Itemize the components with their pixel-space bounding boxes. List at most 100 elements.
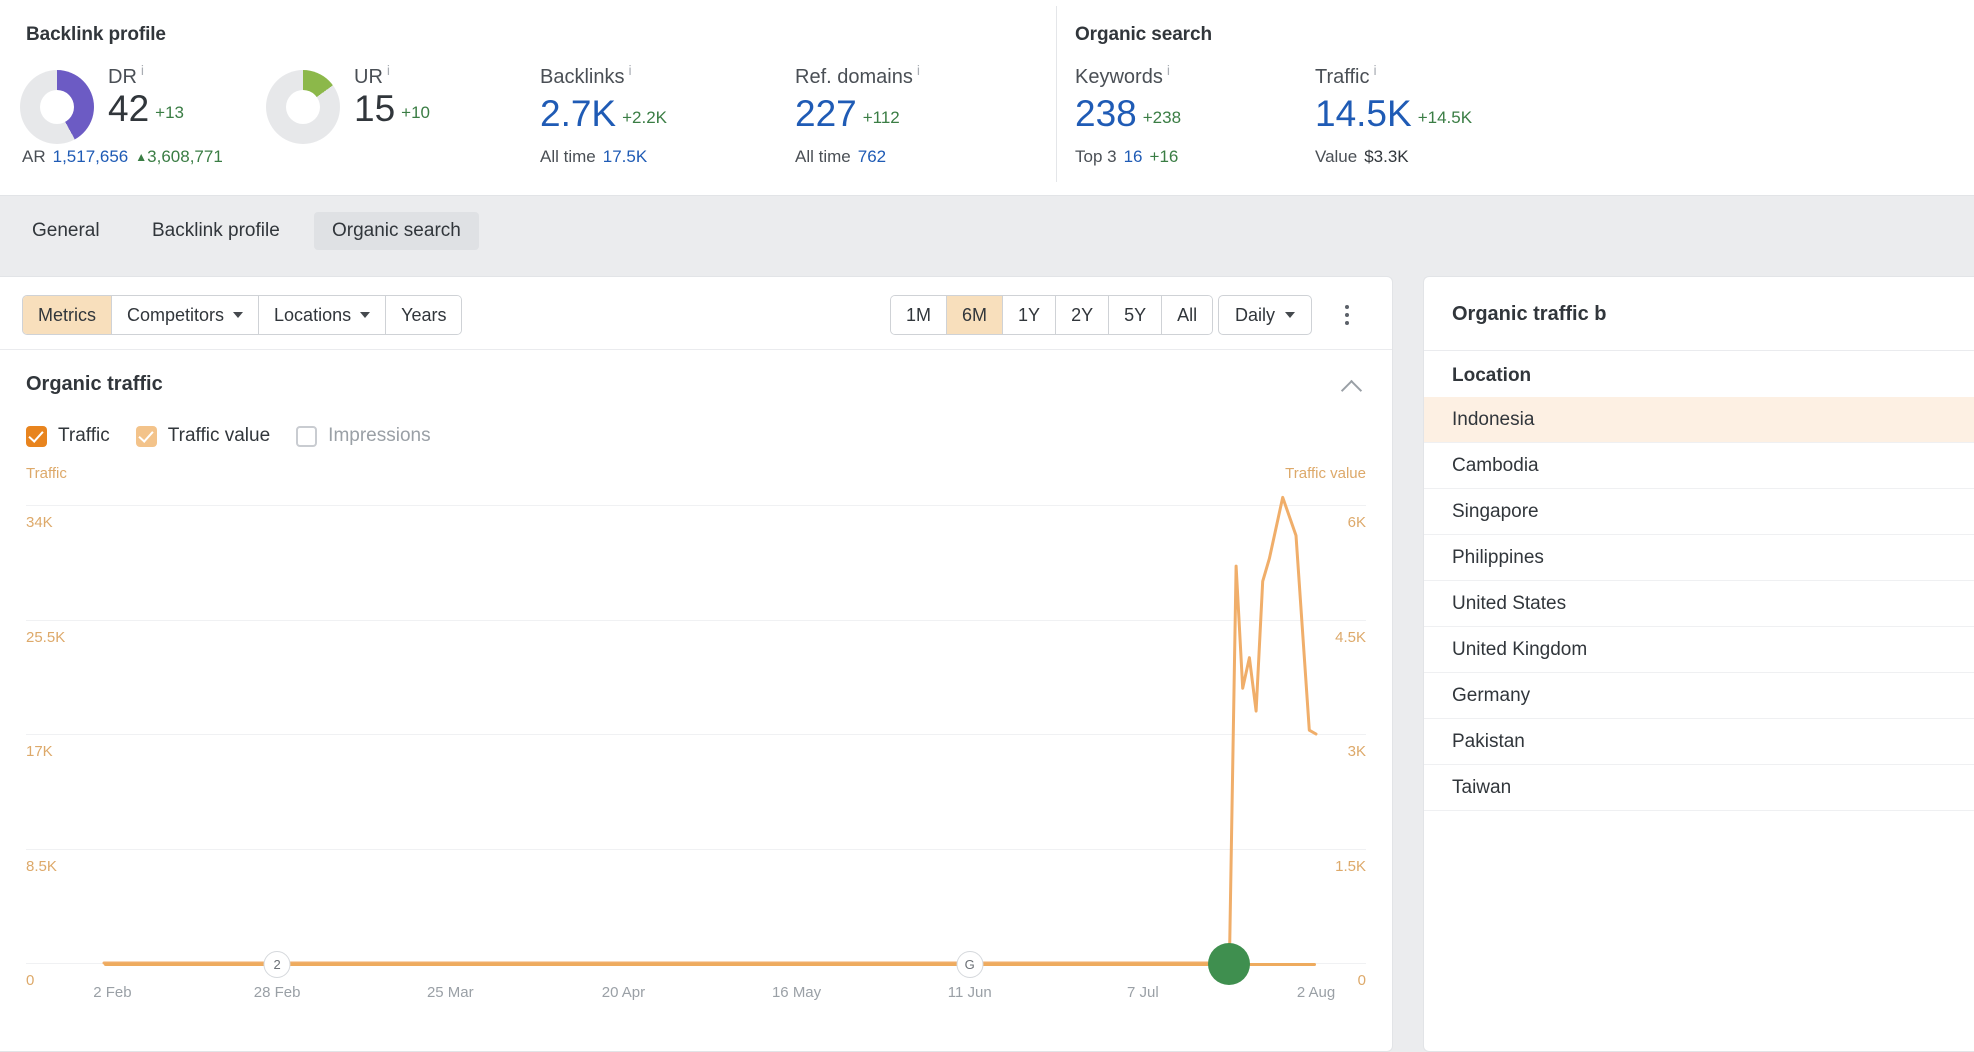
ur-value-row: 15 +10 <box>354 88 430 129</box>
traffic-value-amount: $3.3K <box>1364 147 1409 166</box>
location-name: Singapore <box>1452 500 1539 522</box>
legend-label: Traffic value <box>167 425 271 446</box>
button-label: Years <box>401 304 447 325</box>
range-btn-5y[interactable]: 5Y <box>1109 296 1163 334</box>
keywords-sub-row: Top 3 16 +16 <box>1075 147 1179 166</box>
button-label: All <box>1177 304 1198 325</box>
info-icon[interactable]: i <box>387 62 390 78</box>
more-options-button[interactable] <box>1336 299 1358 331</box>
keywords-value-row: 238 +238 <box>1075 93 1182 134</box>
legend-traffic[interactable]: Traffic <box>26 425 110 447</box>
ur-donut-chart <box>266 70 340 144</box>
traffic-sub-row: Value $3.3K <box>1315 147 1409 166</box>
traffic-label: Traffic i <box>1315 62 1377 88</box>
button-label: 2Y <box>1071 304 1094 325</box>
legend-label: Traffic <box>58 425 110 446</box>
ur-delta: +10 <box>401 103 430 122</box>
highlight-data-point[interactable] <box>1208 943 1251 985</box>
checkbox-icon[interactable] <box>296 425 318 447</box>
ar-delta: ▲3,608,771 <box>135 147 223 166</box>
metric-keywords: Keywords i 238 +238 <box>1075 62 1181 132</box>
location-row[interactable]: Taiwan <box>1424 765 1974 811</box>
chevron-up-icon[interactable] <box>1342 377 1364 391</box>
traffic-value-line <box>102 495 1318 965</box>
view-btn-metrics[interactable]: Metrics <box>23 296 112 334</box>
range-btn-6m[interactable]: 6M <box>947 296 1004 334</box>
button-label: Competitors <box>127 304 225 325</box>
ur-label: UR i <box>354 62 391 88</box>
tab-organic-search[interactable]: Organic search <box>314 212 479 250</box>
ref-domains-delta: +112 <box>862 108 900 127</box>
keywords-delta: +238 <box>1142 108 1182 127</box>
tab-backlink-profile[interactable]: Backlink profile <box>134 212 298 250</box>
location-name: Taiwan <box>1452 776 1512 798</box>
chevron-down-icon <box>1285 312 1296 318</box>
granularity-dropdown[interactable]: Daily <box>1218 295 1313 335</box>
legend-traffic-value[interactable]: Traffic value <box>135 425 271 447</box>
location-name: Germany <box>1452 684 1531 706</box>
location-name: United States <box>1452 592 1567 614</box>
location-name: United Kingdom <box>1452 638 1588 660</box>
granularity-label: Daily <box>1235 304 1276 325</box>
location-name: Cambodia <box>1452 454 1539 476</box>
location-column-header: Location <box>1452 365 1532 386</box>
range-btn-all[interactable]: All <box>1162 296 1213 334</box>
info-icon[interactable]: i <box>628 62 631 78</box>
organic-traffic-by-location-panel: Organic traffic b Location Indonesia Camb… <box>1423 276 1974 1052</box>
info-icon[interactable]: i <box>1373 62 1376 78</box>
dr-value-row: 42 +13 <box>108 88 184 129</box>
location-row[interactable]: Germany <box>1424 673 1974 719</box>
tab-label: Organic search <box>332 220 461 241</box>
dr-label: DR i <box>108 62 145 88</box>
button-label: Metrics <box>38 304 96 325</box>
tab-bar: General Backlink profile Organic search <box>0 196 1974 276</box>
side-panel-divider <box>1424 350 1974 351</box>
location-row[interactable]: Cambodia <box>1424 443 1974 489</box>
ref-domains-label: Ref. domains i <box>795 62 920 88</box>
location-name: Philippines <box>1452 546 1544 568</box>
range-btn-1y[interactable]: 1Y <box>1003 296 1057 334</box>
chart-toolbar: Metrics Competitors Locations Years 1M 6M 1Y 2… <box>0 277 1392 350</box>
backlink-profile-heading: Backlink profile <box>26 24 166 45</box>
checkbox-icon[interactable] <box>26 425 47 447</box>
location-row[interactable]: United States <box>1424 581 1974 627</box>
location-row[interactable]: Pakistan <box>1424 719 1974 765</box>
info-icon[interactable]: i <box>141 62 144 78</box>
annotation-marker-2[interactable]: 2 <box>263 951 291 978</box>
tab-general[interactable]: General <box>14 212 118 250</box>
info-icon[interactable]: i <box>917 62 920 78</box>
tab-label: Backlink profile <box>152 220 280 241</box>
location-row[interactable]: United Kingdom <box>1424 627 1974 673</box>
side-panel-title: Organic traffic b <box>1452 303 1607 325</box>
location-name: Indonesia <box>1452 408 1535 430</box>
checkbox-icon[interactable] <box>135 425 157 447</box>
annotation-marker-google-update[interactable]: G <box>956 951 984 978</box>
view-btn-locations[interactable]: Locations <box>259 296 387 334</box>
range-btn-1m[interactable]: 1M <box>891 296 948 334</box>
backlinks-delta: +2.2K <box>622 108 668 127</box>
range-btn-2y[interactable]: 2Y <box>1056 296 1110 334</box>
chevron-down-icon <box>360 312 371 318</box>
location-row[interactable]: Singapore <box>1424 489 1974 535</box>
legend-impressions[interactable]: Impressions <box>296 425 431 447</box>
view-btn-years[interactable]: Years <box>386 296 462 334</box>
organic-search-heading: Organic search <box>1075 24 1212 45</box>
location-row[interactable]: Philippines <box>1424 535 1974 581</box>
button-label: 6M <box>962 304 988 325</box>
date-range-button-group: 1M 6M 1Y 2Y 5Y All <box>890 295 1214 335</box>
ref-domains-alltime-value: 762 <box>857 147 887 166</box>
button-label: 1Y <box>1018 304 1041 325</box>
chart-title: Organic traffic <box>26 373 163 395</box>
legend-label: Impressions <box>328 425 431 446</box>
ar-value: 1,517,656 <box>52 147 129 166</box>
location-name: Pakistan <box>1452 730 1525 752</box>
dr-donut-chart <box>20 70 94 144</box>
view-btn-competitors[interactable]: Competitors <box>112 296 260 334</box>
dr-delta: +13 <box>155 103 184 122</box>
info-icon[interactable]: i <box>1167 62 1170 78</box>
traffic-value-row: 14.5K +14.5K <box>1315 93 1473 134</box>
location-row[interactable]: Indonesia <box>1424 397 1974 443</box>
keywords-top3-value: 16 <box>1123 147 1143 166</box>
button-label: 5Y <box>1124 304 1147 325</box>
metric-ref-domains: Ref. domains i 227 +112 <box>795 62 920 132</box>
